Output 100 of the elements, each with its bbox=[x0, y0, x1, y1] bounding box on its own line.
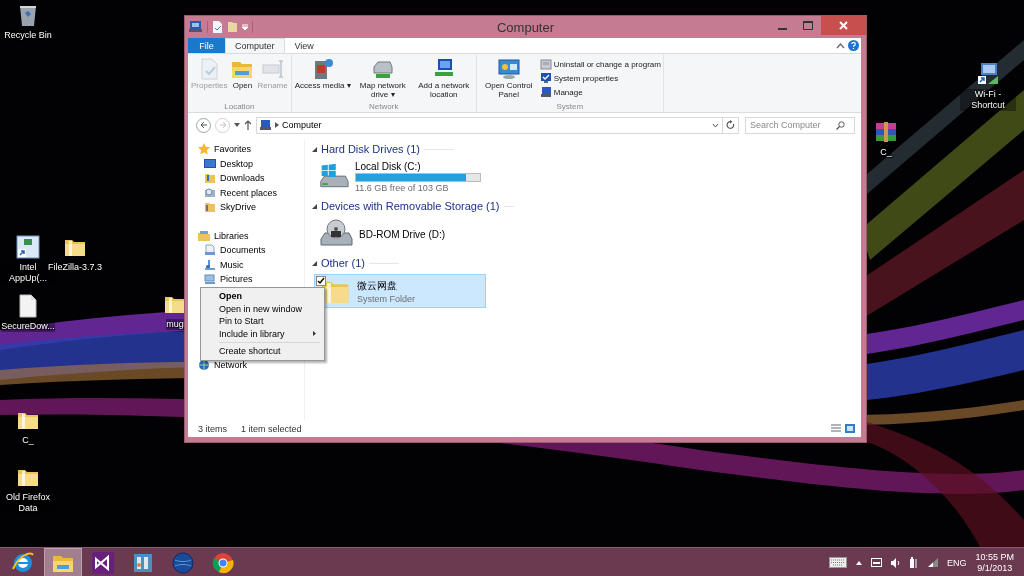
item-count: 3 items bbox=[198, 423, 227, 434]
nav-item[interactable]: Favorites bbox=[198, 142, 304, 157]
ribbon-button[interactable]: Open bbox=[229, 56, 256, 91]
chevron-down-icon bbox=[712, 122, 719, 128]
collapse-icon[interactable] bbox=[312, 146, 317, 152]
back-arrow-icon bbox=[199, 121, 208, 129]
ribbon-button[interactable]: Map network drive ▾ bbox=[352, 56, 413, 100]
pictures-icon bbox=[204, 273, 216, 286]
document-icon bbox=[18, 294, 38, 318]
desktop-icon-label[interactable]: C_ bbox=[22, 435, 34, 446]
collapse-icon[interactable] bbox=[312, 203, 317, 209]
forward-arrow-icon bbox=[218, 121, 227, 129]
breadcrumb-arrow-icon bbox=[275, 122, 279, 128]
nav-item[interactable]: Recent places bbox=[198, 185, 304, 200]
item-name: BD-ROM Drive (D:) bbox=[359, 228, 446, 240]
group-label: System bbox=[555, 101, 585, 112]
dropdown-icon[interactable] bbox=[242, 24, 248, 30]
group-header[interactable]: Devices with Removable Storage (1) bbox=[321, 200, 500, 212]
network-shortcut-icon bbox=[976, 62, 1000, 86]
menu-item[interactable]: Pin to Start bbox=[203, 315, 322, 328]
menu-item[interactable]: Create shortcut bbox=[203, 345, 322, 358]
clock[interactable]: 10:55 PM 9/1/2013 bbox=[975, 551, 1014, 574]
star-icon bbox=[198, 143, 210, 156]
close-button[interactable] bbox=[821, 16, 866, 35]
group-header[interactable]: Other (1) bbox=[321, 257, 365, 269]
desktop-icon-label[interactable]: C_ bbox=[880, 147, 892, 158]
ribbon-button[interactable]: Add a network location bbox=[413, 56, 474, 100]
group-label: Location bbox=[223, 101, 256, 112]
menu-item[interactable]: Include in library bbox=[203, 327, 322, 340]
nav-item[interactable]: Documents bbox=[198, 243, 304, 258]
archive-icon bbox=[874, 120, 898, 144]
item-tile[interactable]: BD-ROM Drive (D:) bbox=[314, 217, 486, 251]
recent-places-icon bbox=[204, 186, 216, 199]
submenu-arrow-icon bbox=[313, 331, 316, 337]
address-bar[interactable]: Computer bbox=[256, 116, 723, 134]
nav-item[interactable]: Music bbox=[198, 257, 304, 272]
skydrive-folder-icon bbox=[204, 201, 216, 214]
item-name: 微云网盘 bbox=[357, 278, 398, 293]
ribbon-button[interactable]: Access media ▾ bbox=[293, 56, 352, 91]
browser-e-icon bbox=[11, 550, 35, 575]
chrome-icon bbox=[211, 550, 235, 575]
ribbon-button[interactable]: Uninstall or change a program bbox=[539, 58, 661, 70]
ribbon-tab[interactable]: File bbox=[188, 38, 225, 53]
checkbox[interactable] bbox=[316, 276, 326, 286]
desktop-icon-label[interactable]: Recycle Bin bbox=[4, 30, 52, 41]
nav-item[interactable]: Downloads bbox=[198, 171, 304, 186]
collapse-ribbon-icon[interactable] bbox=[836, 42, 845, 49]
tray-device-icon[interactable] bbox=[870, 558, 882, 567]
nav-item[interactable]: Desktop bbox=[198, 156, 304, 171]
ribbon-tab[interactable]: View bbox=[284, 38, 324, 53]
downloads-folder-icon bbox=[204, 172, 216, 185]
item-detail: 11.6 GB free of 103 GB bbox=[355, 183, 450, 193]
minimize-icon bbox=[777, 27, 787, 30]
infinity-logo-icon bbox=[91, 550, 115, 575]
music-icon bbox=[204, 258, 216, 271]
keyboard-icon[interactable] bbox=[828, 557, 847, 568]
refresh-button[interactable] bbox=[723, 116, 739, 134]
collapse-icon[interactable] bbox=[312, 260, 317, 266]
desktop-icon bbox=[204, 157, 216, 170]
desktop-icon-label[interactable]: SecureDow... bbox=[1, 321, 55, 332]
large-icons-view-icon[interactable] bbox=[845, 424, 855, 433]
refresh-icon bbox=[726, 120, 735, 130]
show-hidden-icons-icon[interactable] bbox=[855, 560, 862, 565]
ribbon-tab[interactable]: Computer bbox=[225, 38, 285, 53]
nav-item[interactable]: SkyDrive bbox=[198, 200, 304, 215]
ribbon-button[interactable]: System properties bbox=[539, 72, 661, 84]
maximize-icon bbox=[803, 21, 813, 30]
desktop-icon-label[interactable]: Wi-Fi - Shortcut bbox=[960, 89, 1016, 111]
desktop-icon-label[interactable]: FileZilla-3.7.3 bbox=[48, 262, 102, 273]
battery-icon[interactable] bbox=[908, 557, 919, 568]
recent-locations-icon[interactable] bbox=[234, 123, 240, 127]
nav-item[interactable]: Pictures bbox=[198, 272, 304, 287]
control-panel-icon bbox=[496, 57, 521, 81]
language-indicator[interactable]: ENG bbox=[946, 557, 967, 568]
shortcut-icon bbox=[16, 235, 40, 259]
desktop-icon-label[interactable]: mug bbox=[166, 319, 184, 330]
volume-icon[interactable] bbox=[890, 557, 900, 568]
ribbon-button[interactable]: Open Control Panel bbox=[478, 56, 539, 100]
properties-icon[interactable] bbox=[212, 21, 223, 33]
help-icon[interactable] bbox=[848, 40, 859, 51]
item-tile[interactable]: Local Disk (C:) 11.6 GB free of 103 GB bbox=[314, 160, 486, 194]
search-field[interactable]: Search Computer bbox=[745, 116, 855, 134]
up-arrow-icon[interactable] bbox=[244, 120, 252, 130]
group-header[interactable]: Hard Disk Drives (1) bbox=[321, 143, 420, 155]
search-icon bbox=[836, 120, 845, 130]
rename-icon bbox=[260, 57, 285, 81]
recycle-bin-icon bbox=[17, 3, 39, 27]
ribbon-button[interactable]: Manage bbox=[539, 86, 661, 98]
monitor-check-icon bbox=[539, 72, 552, 84]
nav-item[interactable]: Libraries bbox=[198, 228, 304, 243]
close-icon bbox=[839, 21, 848, 30]
computer-icon bbox=[189, 21, 203, 33]
optical-drive-icon bbox=[319, 219, 353, 249]
group-label: Network bbox=[368, 101, 400, 112]
signal-icon[interactable] bbox=[927, 558, 938, 567]
item-tile[interactable]: 微云网盘 System Folder bbox=[314, 274, 486, 308]
selection-count: 1 item selected bbox=[241, 423, 302, 434]
window-title: Computer bbox=[496, 19, 555, 35]
libraries-icon bbox=[198, 229, 210, 242]
globe-icon bbox=[171, 550, 195, 575]
